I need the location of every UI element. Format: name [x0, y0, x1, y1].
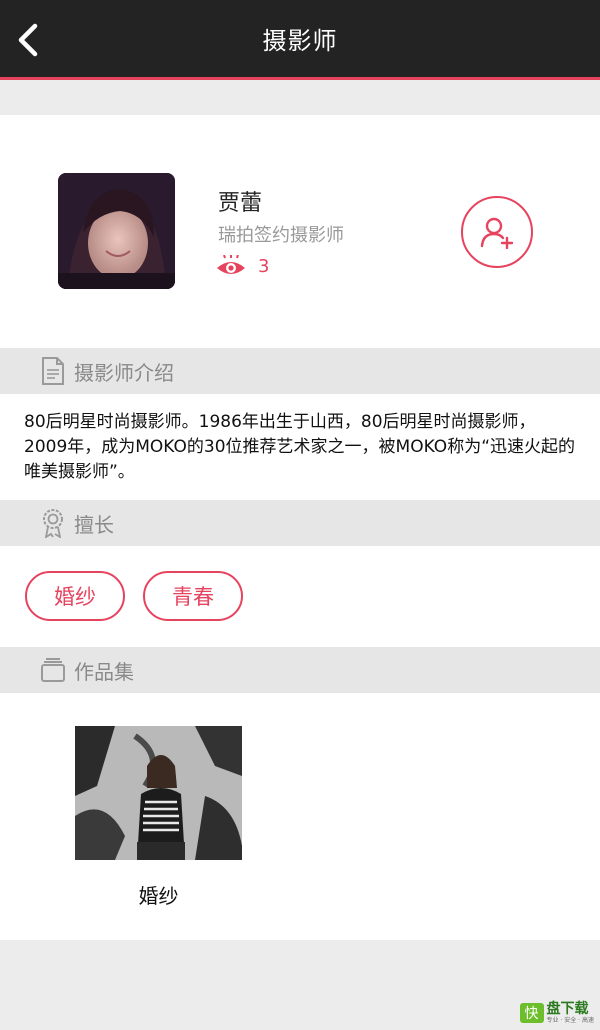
watermark-text: 盘下载 [546, 1001, 589, 1017]
portfolio-item-title: 婚纱 [138, 884, 179, 908]
intro-body: 80后明星时尚摄影师。1986年出生于山西，80后明星时尚摄影师，2009年，成… [0, 394, 600, 500]
photographer-name: 贾蕾 [218, 191, 263, 216]
eye-icon [217, 255, 245, 274]
profile-card: 贾蕾 瑞拍签约摄影师 3 [0, 115, 600, 348]
portfolio-thumbnail [75, 726, 242, 860]
album-icon [41, 658, 65, 682]
view-count-value: 3 [258, 255, 270, 277]
page-title: 摄影师 [262, 27, 338, 55]
add-user-icon [480, 217, 514, 249]
portfolio-section-label: 作品集 [74, 659, 134, 684]
portfolio-section-header: 作品集 [0, 647, 600, 693]
watermark-logo-icon: 快 [519, 1003, 544, 1023]
intro-section-label: 摄影师介绍 [74, 360, 174, 385]
portfolio-item[interactable]: 婚纱 [75, 726, 242, 909]
avatar[interactable] [58, 173, 175, 289]
award-icon [43, 509, 63, 538]
skill-tags: 婚纱 青春 [0, 546, 600, 621]
skills-body: 婚纱 青春 [0, 546, 600, 647]
photographer-title: 瑞拍签约摄影师 [218, 225, 344, 246]
skills-section-header: 擅长 [0, 500, 600, 546]
view-count: 3 [216, 255, 269, 277]
chevron-left-icon [18, 23, 38, 57]
top-bar: 摄影师 [0, 0, 600, 80]
skills-section-label: 擅长 [74, 512, 114, 537]
portfolio-body: 婚纱 [0, 693, 600, 940]
intro-text: 80后明星时尚摄影师。1986年出生于山西，80后明星时尚摄影师，2009年，成… [24, 412, 575, 482]
skill-tag[interactable]: 婚纱 [25, 571, 125, 621]
follow-button[interactable] [461, 196, 533, 268]
skill-tag[interactable]: 青春 [143, 571, 243, 621]
watermark-subtext: 专业 · 安全 · 高速 [546, 1017, 594, 1024]
document-icon [42, 357, 64, 385]
intro-section-header: 摄影师介绍 [0, 348, 600, 394]
back-button[interactable] [6, 14, 50, 66]
watermark: 快 盘下载 专业 · 安全 · 高速 [519, 1001, 594, 1024]
